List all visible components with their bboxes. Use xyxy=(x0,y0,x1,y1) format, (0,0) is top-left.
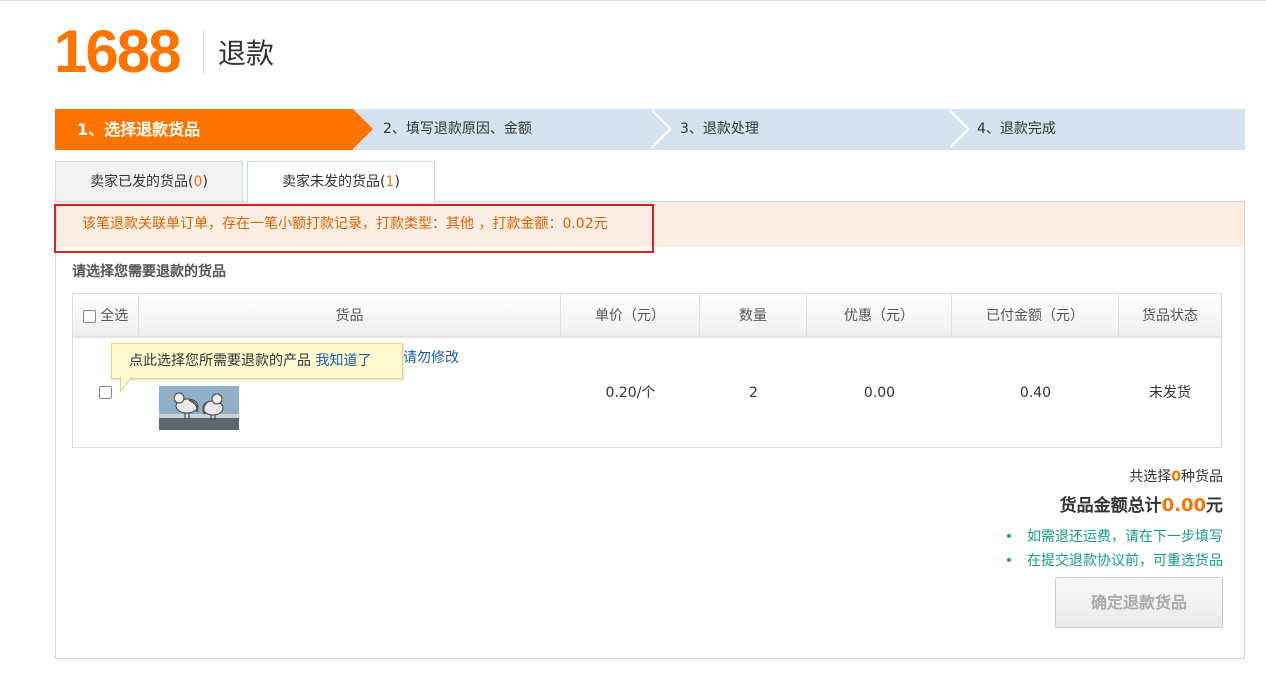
header-product: 货品 xyxy=(139,294,561,338)
step-4: 4、退款完成 xyxy=(977,121,1056,137)
table-header: 全选 货品 单价（元） 数量 优惠（元） 已付金额（元） 货品状态 xyxy=(73,294,1221,338)
section-label: 请选择您需要退款的货品 xyxy=(72,264,226,280)
confirm-refund-button[interactable]: 确定退款货品 xyxy=(1055,577,1223,628)
logo-divider xyxy=(203,30,204,74)
total-amount: 货品金额总计0.00元 xyxy=(1060,491,1223,516)
step-1-arrow xyxy=(353,109,373,149)
selected-count-suffix: 种货品 xyxy=(1181,469,1223,485)
top-border xyxy=(0,0,1266,1)
tab-unshipped-label: 卖家未发的货品( xyxy=(282,174,386,190)
progress-steps: 1、选择退款货品 2、填写退款原因、金额 3、退款处理 4、退款完成 xyxy=(55,109,1245,150)
header-status: 货品状态 xyxy=(1142,308,1198,324)
site-logo[interactable]: 1688 xyxy=(54,22,181,82)
notice-highlight-box xyxy=(54,204,654,253)
cell-paid: 0.40 xyxy=(1019,385,1052,401)
hint-item: • 在提交退款协议前，可重选货品 xyxy=(1005,550,1223,570)
cell-discount: 0.00 xyxy=(863,385,896,401)
header-quantity: 数量 xyxy=(700,294,807,338)
hint-text: 在提交退款协议前，可重选货品 xyxy=(1027,553,1223,569)
product-thumbnail[interactable] xyxy=(159,386,239,430)
header-unit-price: 单价（元） xyxy=(561,294,700,338)
tooltip-text: 点此选择您所需要退款的产品 xyxy=(129,353,311,369)
hint-text: 如需退还运费，请在下一步填写 xyxy=(1027,529,1223,545)
hint-item: • 如需退还运费，请在下一步填写 xyxy=(1005,526,1223,546)
tab-shipped-label: 卖家已发的货品( xyxy=(90,174,194,190)
cell-status: 未发货 xyxy=(1149,385,1191,401)
bullet-icon: • xyxy=(1004,529,1013,545)
tab-unshipped-close: ) xyxy=(394,174,400,190)
header-discount: 优惠（元） xyxy=(807,294,952,338)
total-amount-prefix: 货品金额总计 xyxy=(1059,496,1162,516)
step-2: 2、填写退款原因、金额 xyxy=(383,121,532,137)
page-title: 退款 xyxy=(218,37,275,70)
tooltip-dismiss-link[interactable]: 我知道了 xyxy=(315,353,371,369)
total-amount-value: 0.00 xyxy=(1161,495,1206,516)
tab-unshipped[interactable]: 卖家未发的货品(1) xyxy=(247,161,435,203)
bullet-icon: • xyxy=(1004,553,1013,569)
step-separator-inner xyxy=(947,109,967,149)
step-3: 3、退款处理 xyxy=(680,121,759,137)
step-1: 1、选择退款货品 xyxy=(55,109,353,150)
select-all-cell[interactable]: 全选 xyxy=(73,294,139,338)
header-paid: 已付金额（元） xyxy=(952,294,1119,338)
cell-unit-price: 0.20/个 xyxy=(605,385,656,401)
tab-shipped[interactable]: 卖家已发的货品(0) xyxy=(55,161,243,202)
selected-count-value: 0 xyxy=(1171,469,1181,485)
selected-count: 共选择0种货品 xyxy=(1129,466,1223,486)
select-all-label: 全选 xyxy=(100,308,129,324)
tab-shipped-close: ) xyxy=(202,174,208,190)
product-link[interactable]: 请勿修改 xyxy=(403,347,459,367)
selection-tooltip: 点此选择您所需要退款的产品 我知道了 xyxy=(111,343,403,379)
selected-count-prefix: 共选择 xyxy=(1129,469,1172,485)
row-checkbox[interactable] xyxy=(99,386,112,399)
step-separator-inner xyxy=(649,109,669,149)
select-all-checkbox[interactable] xyxy=(82,309,96,323)
cell-quantity: 2 xyxy=(749,385,758,401)
total-amount-suffix: 元 xyxy=(1206,496,1223,516)
tooltip-tail-inner xyxy=(121,377,131,390)
